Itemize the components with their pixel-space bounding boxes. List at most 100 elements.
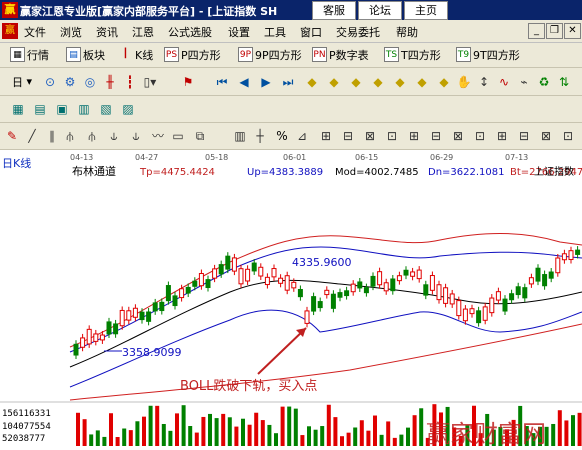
square-icon-4[interactable]: ⊡ [384,128,400,144]
square-icon-7[interactable]: ⊠ [450,128,466,144]
volume-bar [571,415,575,446]
sector-button[interactable]: ▤ 板块 [66,46,105,63]
cross-icon[interactable]: ┼ [252,128,268,144]
9p-square-label: 9P四方形 [255,48,302,62]
image-icon[interactable]: ▧ [98,101,114,117]
9p-square-button[interactable]: 9P 9P四方形 [238,46,302,63]
candle-body [126,310,132,321]
candle-body [350,283,356,293]
eye-icon[interactable]: ◎ [82,74,98,90]
diamond-icon-5[interactable]: ◆ [392,74,408,90]
t-square-button[interactable]: TS T四方形 [384,46,441,63]
candle-body [185,286,191,294]
square-icon-5[interactable]: ⊞ [406,128,422,144]
trend-icon[interactable]: ⊿ [294,128,310,144]
menu-tools[interactable]: 工具 [264,24,286,40]
wave-line-icon[interactable]: 〰 [150,128,166,144]
cycle-line-icon[interactable]: ⫝ [128,128,144,144]
square-icon-12[interactable]: ⊡ [560,128,576,144]
cycle-icon[interactable]: ♻ [536,74,552,90]
gann-fan-icon[interactable]: ⫛ [62,128,78,144]
kline-chart[interactable]: 日K线 04-13 04-27 05-18 06-01 06-15 06-29 07-13 … [0,152,582,448]
diamond-icon-1[interactable]: ◆ [304,74,320,90]
first-icon[interactable]: ⏮ [214,74,230,90]
percent-icon[interactable]: % [274,128,290,144]
square-icon-8[interactable]: ⊡ [472,128,488,144]
ruler-icon[interactable]: ▥ [232,128,248,144]
save-icon[interactable]: ▣ [54,101,70,117]
bar-type-icon[interactable]: ▯▾ [142,74,158,90]
diamond-icon-6[interactable]: ◆ [414,74,430,90]
calculator-icon[interactable]: ▦ [10,101,26,117]
menu-browse[interactable]: 浏览 [60,24,82,40]
square-icon-2[interactable]: ⊟ [340,128,356,144]
menu-help[interactable]: 帮助 [396,24,418,40]
period-select[interactable]: 日 ▾ [12,73,32,90]
pen-icon[interactable]: ✎ [4,128,20,144]
analysis-icon[interactable]: ⊙ [42,74,58,90]
hand-icon[interactable]: ✋ [456,74,472,90]
menu-gann[interactable]: 江恩 [132,24,154,40]
prev-icon[interactable]: ◀ [236,74,252,90]
p-number-table-button[interactable]: PN P数字表 [312,46,369,63]
diamond-icon-3[interactable]: ◆ [348,74,364,90]
candle-body [528,277,534,285]
9t-square-button[interactable]: T9 9T四方形 [456,46,520,63]
last-icon[interactable]: ⏭ [280,74,296,90]
menu-file[interactable]: 文件 [24,24,46,40]
square-icon-3[interactable]: ⊠ [362,128,378,144]
candle-body [337,292,343,298]
parallel-icon[interactable]: ∥ [44,128,60,144]
menu-settings[interactable]: 设置 [228,24,250,40]
fib-icon[interactable]: ⫝ [106,128,122,144]
flag-icon[interactable]: ⚑ [180,74,196,90]
diamond-icon-4[interactable]: ◆ [370,74,386,90]
candle-body [555,257,561,274]
menu-window[interactable]: 窗口 [300,24,322,40]
candle-toggle-icon[interactable]: ┇ [122,74,138,90]
gear-icon[interactable]: ⚙ [62,74,78,90]
table-icon[interactable]: ▤ [32,101,48,117]
square-icon-9[interactable]: ⊞ [494,128,510,144]
square-icon-10[interactable]: ⊟ [516,128,532,144]
menu-formula-select[interactable]: 公式选股 [168,24,212,40]
kline-label: K线 [135,48,154,62]
volume-bar [247,424,252,446]
cursor-icon[interactable]: ↕ [476,74,492,90]
customer-service-button[interactable]: 客服 [312,1,356,20]
p-square-button[interactable]: PS P四方形 [164,46,221,63]
gann-grid-icon[interactable]: ⫛ [84,128,100,144]
forum-button[interactable]: 论坛 [358,1,402,20]
volume-bar [194,432,199,446]
close-button[interactable]: ✕ [564,23,581,39]
diamond-icon-7[interactable]: ◆ [436,74,452,90]
draw-line-icon[interactable]: ╱ [24,128,40,144]
menu-trade[interactable]: 交易委托 [336,24,380,40]
diamond-icon-2[interactable]: ◆ [326,74,342,90]
square-icon-1[interactable]: ⊞ [318,128,334,144]
volume-bar [557,410,562,446]
kline-button[interactable]: ┃ K线 [118,46,153,63]
arrows-icon[interactable]: ⇅ [556,74,572,90]
wave-icon[interactable]: ∿ [496,74,512,90]
minimize-button[interactable]: _ [528,23,545,39]
period-label: 日 [12,75,23,89]
restore-button[interactable]: ❐ [546,23,563,39]
export-icon[interactable]: ▨ [120,101,136,117]
print-icon[interactable]: ▥ [76,101,92,117]
chart-area[interactable]: 日K线 04-13 04-27 05-18 06-01 06-15 06-29 07-13 … [0,152,582,448]
home-button[interactable]: 主页 [404,1,448,20]
square-icon-6[interactable]: ⊟ [428,128,444,144]
grid-icon: ▦ [10,47,25,62]
next-icon[interactable]: ▶ [258,74,274,90]
tool-icon[interactable]: ⌁ [516,74,532,90]
menu-app-icon[interactable]: 赢 [2,23,18,39]
candle-body [542,274,548,287]
kline-bars-icon[interactable]: ╫ [102,74,118,90]
rect-icon[interactable]: ▭ [170,128,186,144]
channel-icon[interactable]: ⧉ [192,128,208,144]
candle-body [278,277,284,284]
quotes-button[interactable]: ▦ 行情 [10,46,49,63]
menu-news[interactable]: 资讯 [96,24,118,40]
square-icon-11[interactable]: ⊠ [538,128,554,144]
